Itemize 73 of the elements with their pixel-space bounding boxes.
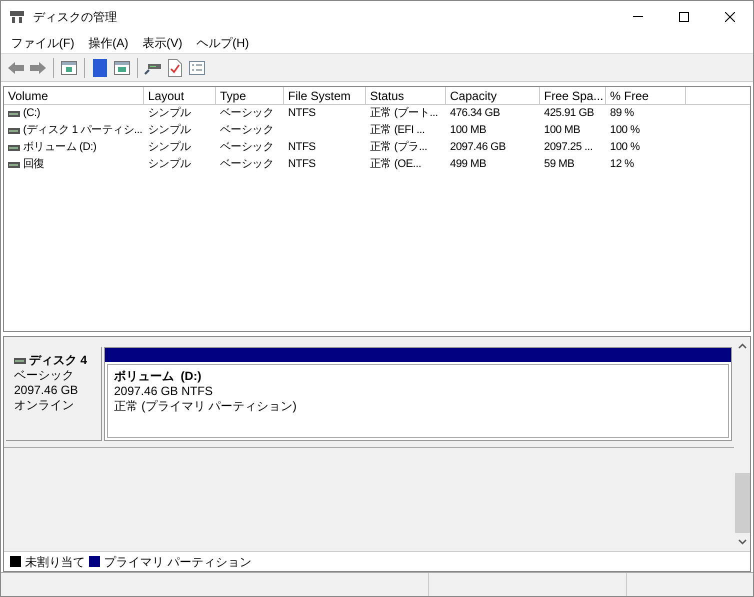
- table-cell-text: 正常 (ブート...: [370, 106, 438, 122]
- table-cell-text: 499 MB: [450, 157, 486, 172]
- disk-name: ディスク 4: [29, 353, 88, 368]
- table-cell-text: NTFS: [288, 140, 316, 156]
- menu-item[interactable]: 表示(V): [136, 34, 188, 52]
- table-cell-text: (ディスク 1 パーティシ...: [23, 123, 142, 138]
- table-cell-text: 2097.25 ...: [544, 140, 593, 156]
- scroll-down-icon: [738, 539, 746, 545]
- table-cell-text: 2097.46 GB: [450, 140, 506, 156]
- drive-icon: [8, 144, 20, 150]
- disk-management-icon: [9, 10, 25, 24]
- disk-type: ベーシック: [14, 368, 75, 383]
- table-cell-text: 正常 (プラ...: [370, 140, 428, 156]
- back-arrow-icon: [7, 60, 25, 74]
- table-cell-text: 100 %: [610, 123, 640, 138]
- table-cell-text: ベーシック: [220, 157, 274, 172]
- window-title: ディスクの管理: [33, 8, 117, 26]
- table-cell-text: ベーシック: [220, 123, 274, 138]
- window-pane-icon: [61, 60, 77, 74]
- table-cell-text: 12 %: [610, 157, 634, 172]
- table-cell-text: シンプル: [148, 122, 191, 138]
- table-cell-text: NTFS: [288, 106, 316, 122]
- scroll-up-icon: [738, 343, 746, 349]
- checklist-icon: [189, 60, 205, 74]
- drive-icon: [8, 162, 20, 168]
- table-cell-text: NTFS: [288, 157, 316, 172]
- column-header[interactable]: Capacity: [446, 87, 540, 104]
- table-cell-text: 100 %: [610, 140, 640, 156]
- forward-arrow-icon: [29, 60, 47, 74]
- column-header[interactable]: Status: [366, 87, 446, 104]
- table-cell-text: ベーシック: [220, 106, 274, 122]
- column-header[interactable]: Layout: [144, 87, 216, 104]
- column-header[interactable]: Free Spa...: [540, 87, 606, 104]
- table-cell-text: シンプル: [148, 156, 191, 172]
- menu-item[interactable]: ファイル(F): [5, 34, 80, 52]
- table-cell-text: シンプル: [148, 140, 191, 156]
- partition-block[interactable]: ボリューム (D:) 2097.46 GB NTFS 正常 (プライマリ パーティション): [104, 347, 732, 441]
- disk-size: 2097.46 GB: [14, 383, 80, 398]
- table-cell-text: 正常 (EFI ...: [370, 123, 425, 138]
- partition-name: ボリューム (D:): [114, 369, 202, 384]
- window-pane-icon: [114, 60, 130, 74]
- legend-label: プライマリ パーティション: [104, 554, 252, 570]
- table-cell-text: シンプル: [148, 106, 191, 122]
- maximize-icon: [679, 12, 689, 22]
- drive-icon: [8, 128, 20, 134]
- column-header[interactable]: Type: [216, 87, 284, 104]
- checked-document-icon: [168, 58, 182, 76]
- column-header[interactable]: % Free: [606, 87, 686, 104]
- table-cell-text: 100 MB: [450, 123, 486, 138]
- table-cell-text: 回復: [23, 157, 44, 172]
- column-header[interactable]: Volume: [4, 87, 144, 104]
- menu-item[interactable]: ヘルプ(H): [190, 34, 255, 52]
- table-cell-text: 425.91 GB: [544, 106, 594, 122]
- drive-icon: [8, 110, 20, 116]
- table-cell-text: ボリューム (D:): [23, 140, 96, 156]
- table-cell-text: 正常 (OE...: [370, 157, 422, 172]
- partition-size: 2097.46 GB NTFS: [114, 384, 214, 399]
- partition-status: 正常 (プライマリ パーティション): [114, 399, 298, 414]
- minimize-icon: [633, 16, 643, 17]
- disk-info-panel[interactable]: ディスク 4 ベーシック 2097.46 GB オンライン: [6, 347, 102, 441]
- table-cell-text: 476.34 GB: [450, 106, 500, 122]
- table-cell-text: (C:): [23, 106, 40, 122]
- scroll-thumb[interactable]: [734, 473, 750, 533]
- menu-item[interactable]: 操作(A): [82, 34, 134, 52]
- disk-status: オンライン: [14, 398, 75, 413]
- table-cell-text: 100 MB: [544, 123, 580, 138]
- column-header[interactable]: File System: [284, 87, 366, 104]
- table-cell-text: 89 %: [610, 106, 634, 122]
- drive-icon: [14, 358, 26, 364]
- close-icon: [725, 12, 735, 22]
- legend-label: 未割り当て: [25, 554, 85, 570]
- table-cell-text: ベーシック: [220, 140, 274, 156]
- table-cell-text: 59 MB: [544, 157, 574, 172]
